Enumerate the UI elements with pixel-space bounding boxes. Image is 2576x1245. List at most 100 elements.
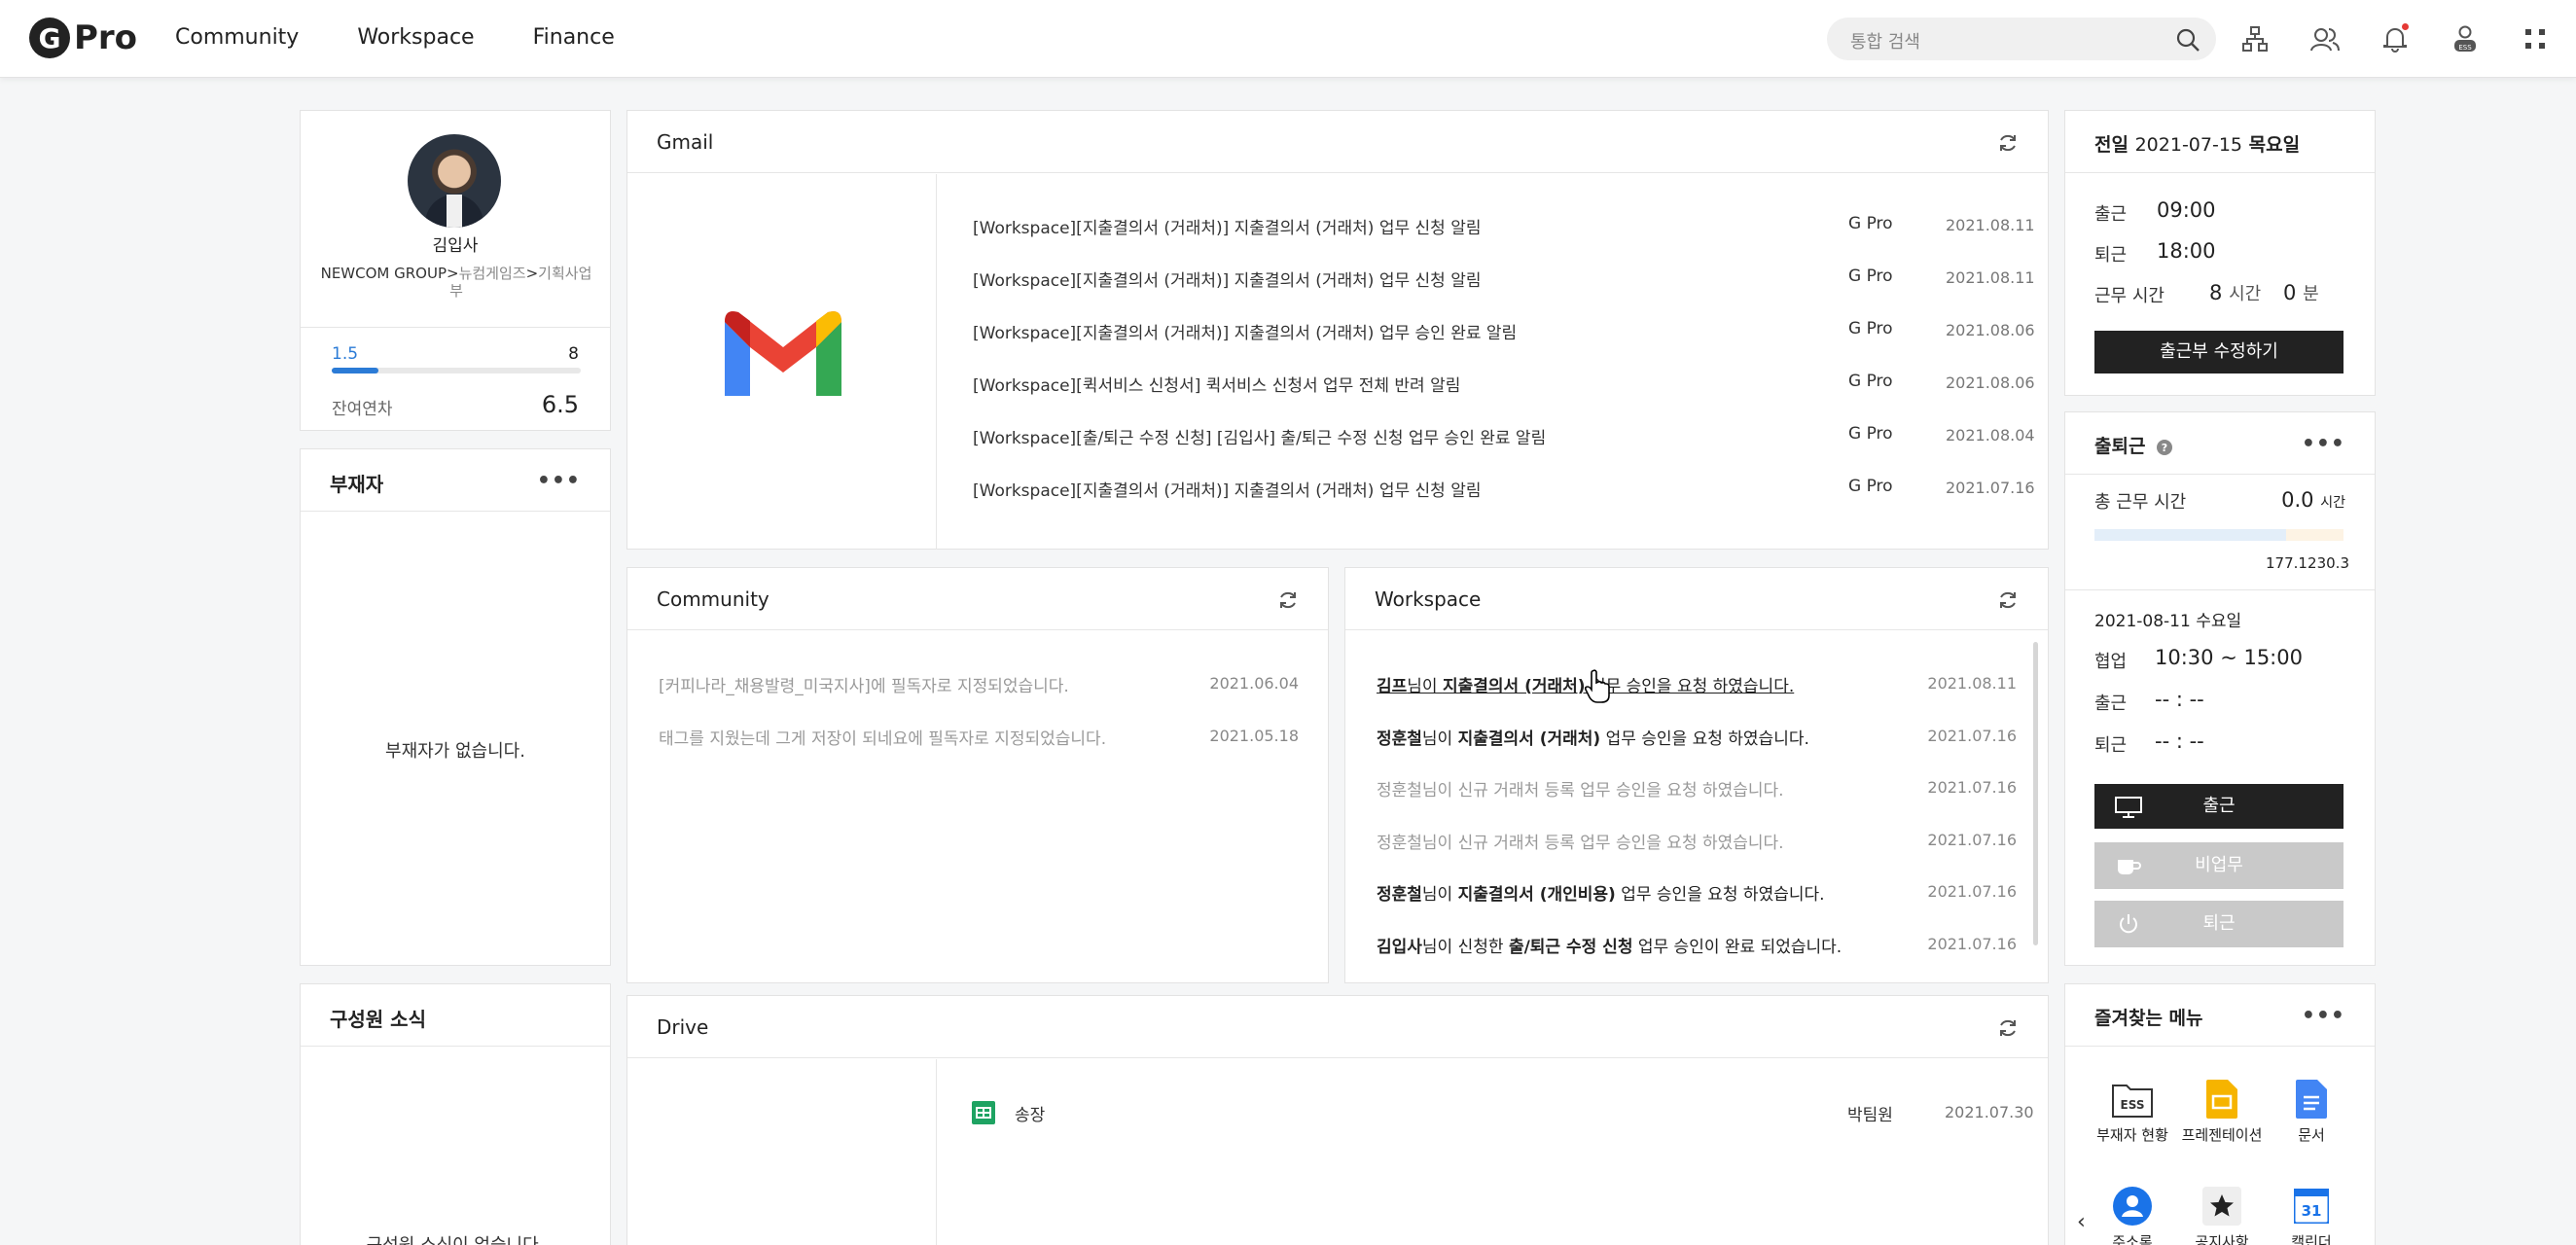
workspace-title: Workspace <box>1375 587 1482 611</box>
top-bar: G Pro Community Workspace Finance 통합 검색 … <box>0 0 2576 78</box>
more-options-icon[interactable]: ••• <box>2302 432 2345 456</box>
mail-sender: G Pro <box>1848 372 1893 391</box>
app-logo[interactable]: G Pro <box>29 18 137 58</box>
leave-progress-fill <box>332 368 378 374</box>
more-options-icon[interactable]: ••• <box>537 469 581 493</box>
community-row[interactable]: 태그를 지웠는데 그게 저장이 되네요에 필독자로 지정되었습니다. 2021.0… <box>659 725 1299 754</box>
coop-label: 협업 <box>2094 652 2128 672</box>
mail-date: 2021.07.16 <box>1946 479 2035 497</box>
workspace-header: Workspace <box>1345 568 2048 630</box>
yesterday-label: 전일 <box>2094 134 2129 156</box>
workspace-doc: 지출결의서 (거래처) <box>1442 677 1586 696</box>
member-news-empty: 구성원 소식이 없습니다. <box>301 1231 610 1245</box>
workspace-mid: 님이 <box>1407 677 1443 696</box>
ess-folder-icon: ESS <box>2111 1078 2154 1120</box>
workspace-row[interactable]: 정훈철님이 지출결의서 (거래처) 업무 승인을 요청 하였습니다. 2021.0… <box>1377 725 2017 754</box>
more-options-icon[interactable]: ••• <box>2302 1004 2345 1028</box>
nav-finance[interactable]: Finance <box>533 25 615 50</box>
edit-attendance-button[interactable]: 출근부 수정하기 <box>2094 331 2343 374</box>
refresh-icon[interactable] <box>1997 1017 2019 1039</box>
community-text: 태그를 지웠는데 그게 저장이 되네요에 필독자로 지정되었습니다. <box>659 729 1107 749</box>
drive-file-row[interactable]: 송장 박팀원 2021.07.30 <box>972 1101 2034 1130</box>
favorite-notice[interactable]: 공지사항 <box>2178 1185 2266 1245</box>
workspace-user: 정훈철님이 신규 거래처 등록 업무 승인을 요청 하였습니다. <box>1377 781 1784 800</box>
community-text: [커피나라_채용발령_미국지사]에 필독자로 지정되었습니다. <box>659 677 1069 696</box>
community-header: Community <box>627 568 1328 630</box>
apps-grid-icon[interactable] <box>2518 21 2553 56</box>
favorite-calendar[interactable]: 31 캘린더 <box>2268 1185 2355 1245</box>
profile-card: 김입사 NEWCOM GROUP>뉴컴게임즈>기획사업부 1.5 8 잔여연차 … <box>300 110 611 431</box>
avatar[interactable] <box>408 134 501 228</box>
mail-row[interactable]: [Workspace][지출결의서 (거래처)] 지출결의서 (거래처) 업무 … <box>973 319 2035 372</box>
work-min-value: 0 <box>2283 281 2297 304</box>
clock-out-label: 퇴근 <box>2202 913 2236 934</box>
mail-sender: G Pro <box>1848 424 1893 444</box>
out-label: 퇴근 <box>2094 245 2128 266</box>
refresh-icon[interactable] <box>1997 132 2019 154</box>
clock-in-button[interactable]: 출근 <box>2094 784 2343 829</box>
today-in-value: -- : -- <box>2155 688 2204 711</box>
workspace-rest: 업무 승인을 요청 하였습니다. <box>1615 885 1825 905</box>
community-row[interactable]: [커피나라_채용발령_미국지사]에 필독자로 지정되었습니다. 2021.06.0… <box>659 672 1299 701</box>
help-icon[interactable]: ? <box>2156 439 2173 456</box>
mail-subject: [Workspace][지출결의서 (거래처)] 지출결의서 (거래처) 업무 … <box>973 324 1518 343</box>
workspace-row[interactable]: 정훈철님이 신규 거래처 등록 업무 승인을 요청 하였습니다. 2021.07.… <box>1377 776 2017 805</box>
workspace-rest: 업무 승인을 요청 하였습니다. <box>1600 729 1809 749</box>
favorite-contacts[interactable]: 주소록 <box>2089 1185 2176 1245</box>
org-chart-icon[interactable] <box>2237 21 2272 56</box>
workspace-card: Workspace 김프님이 지출결의서 (거래처) 업무 승인을 요청 하였습… <box>1344 567 2049 983</box>
workspace-mid: 님이 <box>1421 729 1458 749</box>
workspace-row[interactable]: 김프님이 지출결의서 (거래처) 업무 승인을 요청 하였습니다. 2021.08… <box>1377 672 2017 701</box>
mail-row[interactable]: [Workspace][지출결의서 (거래처)] 지출결의서 (거래처) 업무 … <box>973 214 2035 267</box>
star-icon <box>2200 1185 2243 1227</box>
leave-total: 8 <box>568 344 579 364</box>
profile-org: NEWCOM GROUP>뉴컴게임즈>기획사업부 <box>320 265 592 300</box>
notification-dot <box>2402 23 2409 30</box>
workspace-user: 김프 <box>1377 677 1408 696</box>
favorites-card: 즐겨찾는 메뉴 ••• ESS 부재자 현황 프레젠테이션 문서 ‹ 주소록 공… <box>2064 983 2376 1245</box>
ess-user-icon[interactable]: ESS <box>2448 21 2483 56</box>
favorite-label: 프레젠테이션 <box>2181 1126 2263 1144</box>
work-time-bar <box>2094 529 2343 541</box>
workspace-row[interactable]: 정훈철님이 지출결의서 (개인비용) 업무 승인을 요청 하였습니다. 2021.… <box>1377 880 2017 909</box>
people-icon[interactable] <box>2308 21 2343 56</box>
attendance-header: 출퇴근 ? ••• <box>2065 412 2375 475</box>
absentee-card: 부재자 ••• 부재자가 없습니다. <box>300 448 611 966</box>
calendar-day: 31 <box>2302 1202 2322 1220</box>
total-work-number: 0.0 <box>2281 488 2314 512</box>
refresh-icon[interactable] <box>1277 589 1299 611</box>
chevron-left-icon[interactable]: ‹ <box>2077 1210 2086 1234</box>
favorite-presentation[interactable]: 프레젠테이션 <box>2178 1078 2266 1144</box>
workspace-text: 정훈철님이 지출결의서 (거래처) 업무 승인을 요청 하였습니다. <box>1377 725 1809 749</box>
workspace-scrollbar[interactable] <box>2033 642 2038 945</box>
member-news-card: 구성원 소식 구성원 소식이 없습니다. <box>300 983 611 1245</box>
workspace-row[interactable]: 김입사님이 신청한 출/퇴근 수정 신청 업무 승인이 완료 되었습니다. 202… <box>1377 933 2017 962</box>
notification-bell-icon[interactable] <box>2378 21 2413 56</box>
nav-community[interactable]: Community <box>175 25 299 50</box>
mail-row[interactable]: [Workspace][퀵서비스 신청서] 퀵서비스 신청서 업무 전체 반려 … <box>973 372 2035 424</box>
favorite-label: 주소록 <box>2112 1233 2153 1245</box>
search-input[interactable]: 통합 검색 <box>1827 18 2216 60</box>
clock-in-label: 출근 <box>2202 796 2236 816</box>
clock-out-button[interactable]: 퇴근 <box>2094 901 2343 947</box>
yesterday-header: 전일 2021-07-15 목요일 <box>2065 111 2375 173</box>
workspace-row[interactable]: 정훈철님이 신규 거래처 등록 업무 승인을 요청 하였습니다. 2021.07.… <box>1377 829 2017 858</box>
favorite-ess-absentee[interactable]: ESS 부재자 현황 <box>2089 1078 2176 1144</box>
favorite-label: 공지사항 <box>2195 1233 2249 1245</box>
total-work-label: 총 근무 시간 <box>2094 492 2187 513</box>
divider <box>2065 589 2375 590</box>
away-button[interactable]: 비업무 <box>2094 842 2343 889</box>
mail-row[interactable]: [Workspace][지출결의서 (거래처)] 지출결의서 (거래처) 업무 … <box>973 477 2035 529</box>
search-icon[interactable] <box>2175 27 2200 56</box>
favorite-docs[interactable]: 문서 <box>2268 1078 2355 1144</box>
nav-workspace[interactable]: Workspace <box>357 25 474 50</box>
logo-text: Pro <box>74 18 138 57</box>
mail-row[interactable]: [Workspace][출/퇴근 수정 신청] [김입사] 출/퇴근 수정 신청… <box>973 424 2035 477</box>
member-news-title: 구성원 소식 <box>330 1008 426 1031</box>
mail-row[interactable]: [Workspace][지출결의서 (거래처)] 지출결의서 (거래처) 업무 … <box>973 267 2035 319</box>
yesterday-weekday: 목요일 <box>2248 134 2301 156</box>
top-icons: ESS <box>2237 21 2576 56</box>
bar-mark-1: 177.1 <box>2266 554 2308 572</box>
refresh-icon[interactable] <box>1997 589 2019 611</box>
gmail-logo-icon <box>725 311 841 396</box>
